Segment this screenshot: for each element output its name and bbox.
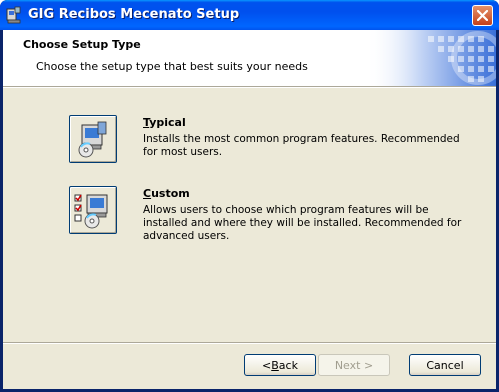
page-title: Choose Setup Type <box>23 38 141 51</box>
banner-graphic <box>366 30 496 86</box>
custom-description: Allows users to choose which program fea… <box>143 204 462 242</box>
next-button[interactable]: Next > <box>318 354 390 376</box>
custom-label[interactable]: Custom <box>143 187 190 200</box>
dialog-body: Choose Setup Type Choose the setup type … <box>3 30 496 389</box>
cancel-button[interactable]: Cancel <box>409 354 481 376</box>
page-subtitle: Choose the setup type that best suits yo… <box>36 60 308 73</box>
typical-label[interactable]: Typical <box>143 116 186 129</box>
close-button[interactable] <box>472 5 493 26</box>
header-banner: Choose Setup Type Choose the setup type … <box>3 30 496 86</box>
header-divider <box>3 86 496 88</box>
custom-button[interactable] <box>69 186 117 234</box>
installer-app-icon <box>6 6 21 24</box>
back-button[interactable]: < Back <box>244 354 316 376</box>
footer-divider <box>3 342 496 344</box>
close-icon <box>477 10 488 21</box>
setup-window: GIG Recibos Mecenato Setup Choose Setup … <box>0 0 499 392</box>
title-bar[interactable]: GIG Recibos Mecenato Setup <box>0 0 499 30</box>
typical-description: Installs the most common program feature… <box>143 133 460 158</box>
custom-setup-icon <box>74 194 108 229</box>
typical-button[interactable] <box>69 115 117 163</box>
window-title: GIG Recibos Mecenato Setup <box>28 7 240 22</box>
typical-setup-icon <box>78 121 107 158</box>
